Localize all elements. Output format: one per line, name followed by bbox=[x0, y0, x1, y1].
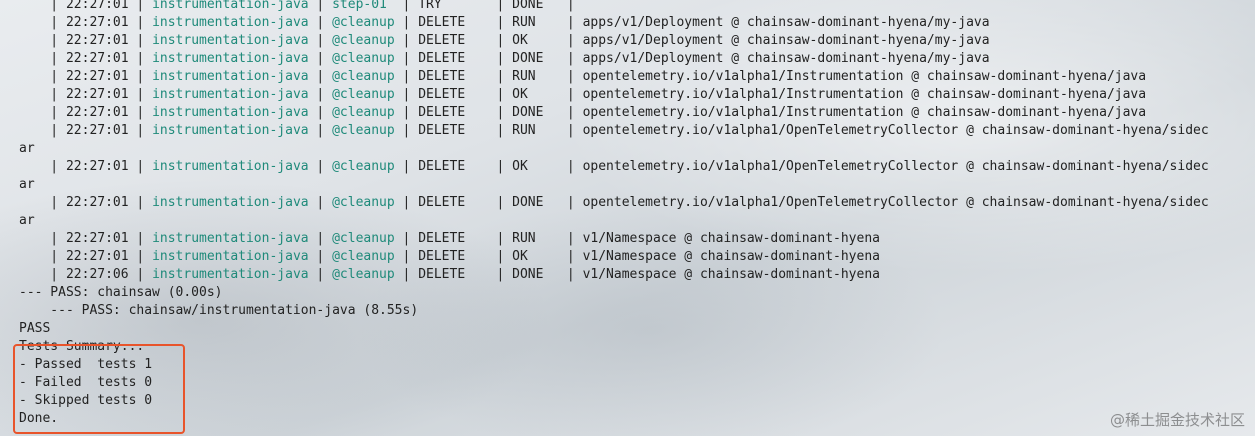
step-name: @cleanup bbox=[332, 87, 395, 102]
test-name: instrumentation-java bbox=[152, 123, 309, 138]
resource-text: apps/v1/Deployment @ chainsaw-dominant-h… bbox=[582, 51, 990, 66]
log-line: | 22:27:01 | instrumentation-java | step… bbox=[19, 0, 1255, 14]
test-name: instrumentation-java bbox=[152, 87, 309, 102]
resource-text: opentelemetry.io/v1alpha1/OpenTelemetryC… bbox=[582, 123, 1209, 138]
summary-line: --- PASS: chainsaw (0.00s) bbox=[19, 285, 223, 300]
resource-text: v1/Namespace @ chainsaw-dominant-hyena bbox=[582, 231, 880, 246]
step-name: @cleanup bbox=[332, 195, 395, 210]
log-line: | 22:27:01 | instrumentation-java | @cle… bbox=[19, 15, 990, 30]
summary-line: --- PASS: chainsaw/instrumentation-java … bbox=[19, 303, 419, 318]
test-name: instrumentation-java bbox=[152, 195, 309, 210]
summary-line: PASS bbox=[19, 321, 51, 336]
summary-line: Done. bbox=[19, 411, 59, 426]
step-name: @cleanup bbox=[332, 105, 395, 120]
summary-line: - Passed tests 1 bbox=[19, 357, 153, 372]
step-name: @cleanup bbox=[332, 51, 395, 66]
resource-text: opentelemetry.io/v1alpha1/Instrumentatio… bbox=[582, 105, 1147, 120]
watermark: @稀土掘金技术社区 bbox=[1109, 411, 1245, 429]
test-name: instrumentation-java bbox=[152, 231, 309, 246]
step-name: @cleanup bbox=[332, 33, 395, 48]
log-line: | 22:27:01 | instrumentation-java | @cle… bbox=[19, 87, 1147, 102]
wrapped-line: ar bbox=[19, 141, 35, 156]
step-name: @cleanup bbox=[332, 267, 395, 282]
step-name: @cleanup bbox=[332, 249, 395, 264]
summary-line: Tests Summary... bbox=[19, 339, 145, 354]
test-name: instrumentation-java bbox=[152, 0, 309, 12]
log-line: | 22:27:01 | instrumentation-java | @cle… bbox=[19, 33, 990, 48]
step-name: @cleanup bbox=[332, 15, 395, 30]
resource-text: apps/v1/Deployment @ chainsaw-dominant-h… bbox=[582, 33, 990, 48]
test-name: instrumentation-java bbox=[152, 15, 309, 30]
test-name: instrumentation-java bbox=[152, 267, 309, 282]
resource-text: opentelemetry.io/v1alpha1/OpenTelemetryC… bbox=[582, 195, 1209, 210]
log-line: | 22:27:01 | instrumentation-java | @cle… bbox=[19, 231, 880, 246]
step-name: step-01 bbox=[332, 0, 395, 12]
wrapped-line: ar bbox=[19, 213, 35, 228]
wrapped-line: ar bbox=[19, 177, 35, 192]
resource-text: v1/Namespace @ chainsaw-dominant-hyena bbox=[582, 249, 880, 264]
summary-line: - Skipped tests 0 bbox=[19, 393, 153, 408]
test-name: instrumentation-java bbox=[152, 159, 309, 174]
log-line: | 22:27:01 | instrumentation-java | @cle… bbox=[19, 123, 1209, 138]
log-line: | 22:27:01 | instrumentation-java | @cle… bbox=[19, 159, 1209, 174]
resource-text: opentelemetry.io/v1alpha1/Instrumentatio… bbox=[582, 87, 1147, 102]
step-name: @cleanup bbox=[332, 69, 395, 84]
log-line: | 22:27:01 | instrumentation-java | @cle… bbox=[19, 105, 1147, 120]
step-name: @cleanup bbox=[332, 231, 395, 246]
test-name: instrumentation-java bbox=[152, 51, 309, 66]
terminal-output: | 22:27:01 | instrumentation-java | step… bbox=[0, 0, 1255, 436]
summary-line: - Failed tests 0 bbox=[19, 375, 153, 390]
resource-text: v1/Namespace @ chainsaw-dominant-hyena bbox=[582, 267, 880, 282]
test-name: instrumentation-java bbox=[152, 69, 309, 84]
resource-text: apps/v1/Deployment @ chainsaw-dominant-h… bbox=[582, 15, 990, 30]
log-line: | 22:27:01 | instrumentation-java | @cle… bbox=[19, 195, 1209, 210]
test-name: instrumentation-java bbox=[152, 105, 309, 120]
test-name: instrumentation-java bbox=[152, 33, 309, 48]
step-name: @cleanup bbox=[332, 123, 395, 138]
step-name: @cleanup bbox=[332, 159, 395, 174]
summary-highlight-box bbox=[13, 344, 185, 434]
log-line: | 22:27:01 | instrumentation-java | @cle… bbox=[19, 249, 880, 264]
log-line: | 22:27:06 | instrumentation-java | @cle… bbox=[19, 267, 880, 282]
log-line: | 22:27:01 | instrumentation-java | @cle… bbox=[19, 69, 1147, 84]
test-name: instrumentation-java bbox=[152, 249, 309, 264]
resource-text: opentelemetry.io/v1alpha1/Instrumentatio… bbox=[582, 69, 1147, 84]
resource-text: opentelemetry.io/v1alpha1/OpenTelemetryC… bbox=[582, 159, 1209, 174]
log-line: | 22:27:01 | instrumentation-java | @cle… bbox=[19, 51, 990, 66]
